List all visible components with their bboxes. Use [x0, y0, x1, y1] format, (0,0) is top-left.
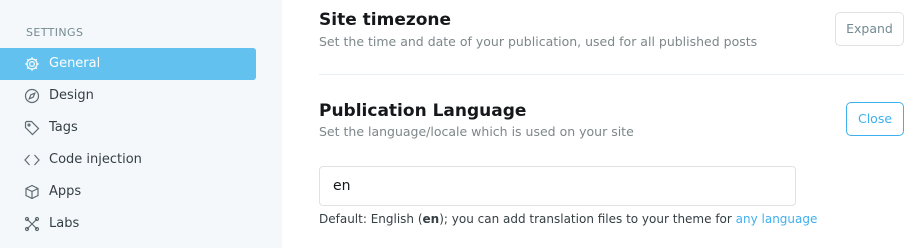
language-hint: Default: English (en); you can add trans… — [319, 212, 817, 226]
sidebar-item-label: Labs — [49, 216, 80, 231]
close-button[interactable]: Close — [846, 102, 904, 136]
timezone-description: Set the time and date of your publicatio… — [319, 34, 758, 49]
hint-code: en — [422, 212, 440, 226]
sidebar-item-apps[interactable]: Apps — [0, 176, 256, 208]
sidebar-item-code-injection[interactable]: Code injection — [0, 144, 256, 176]
sidebar-item-label: Tags — [49, 120, 78, 135]
sidebar-item-label: General — [49, 56, 101, 71]
code-icon — [24, 152, 40, 168]
sidebar-item-tags[interactable]: Tags — [0, 112, 256, 144]
sidebar-item-label: Code injection — [49, 152, 142, 167]
section-divider — [319, 74, 904, 75]
sidebar-heading: SETTINGS — [26, 26, 84, 39]
settings-sidebar: SETTINGS General Design Tags Code inject… — [0, 0, 282, 248]
language-description: Set the language/locale which is used on… — [319, 124, 634, 139]
any-language-link[interactable]: any language — [736, 212, 818, 226]
settings-main: Site timezone Set the time and date of y… — [282, 0, 920, 248]
flask-icon — [24, 216, 40, 232]
sidebar-item-general[interactable]: General — [0, 48, 256, 80]
box-icon — [24, 184, 40, 200]
sidebar-item-label: Design — [49, 88, 94, 103]
expand-button[interactable]: Expand — [835, 12, 904, 46]
sidebar-item-design[interactable]: Design — [0, 80, 256, 112]
hint-prefix: Default: English ( — [319, 212, 423, 226]
compass-icon — [24, 88, 40, 104]
language-title: Publication Language — [319, 101, 527, 121]
sidebar-item-labs[interactable]: Labs — [0, 208, 256, 240]
gear-icon — [24, 56, 40, 72]
tag-icon — [24, 120, 40, 136]
timezone-title: Site timezone — [319, 10, 452, 30]
language-input[interactable] — [319, 166, 796, 206]
hint-middle: ); you can add translation files to your… — [439, 212, 736, 226]
sidebar-item-label: Apps — [49, 184, 82, 199]
